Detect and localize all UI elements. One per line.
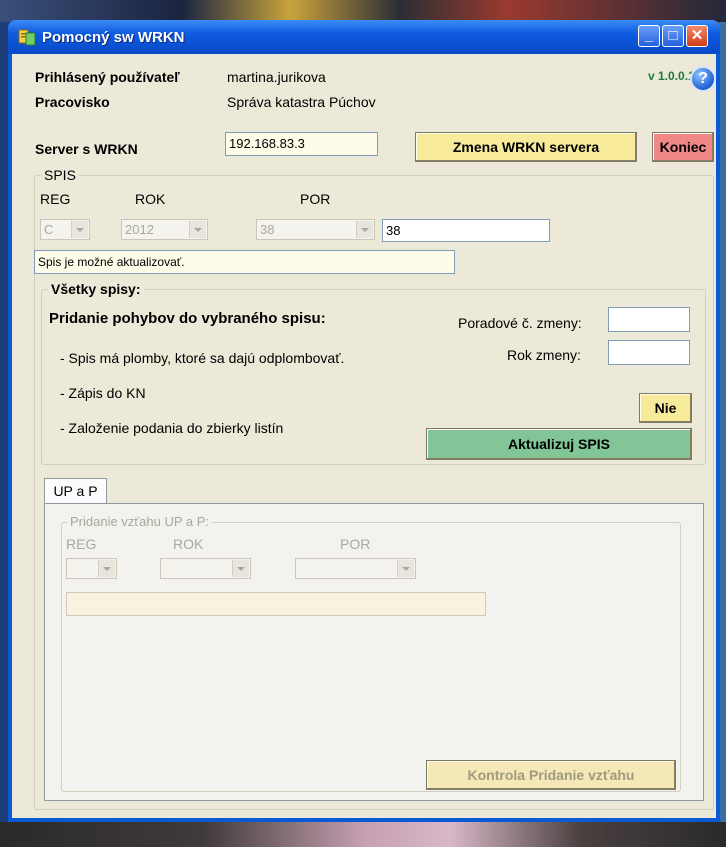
user-label: Prihlásený používateľ — [35, 69, 180, 85]
help-button[interactable]: ? — [690, 66, 716, 92]
reg-select[interactable]: C — [40, 219, 90, 240]
chevron-down-icon[interactable] — [356, 221, 373, 238]
reg-select-value: C — [44, 222, 54, 237]
all-spisy-title: Všetky spisy: — [48, 281, 144, 297]
maximize-icon: □ — [668, 27, 678, 44]
close-button[interactable]: ✕ — [686, 25, 708, 47]
list-item: - Spis má plomby, ktoré sa dajú odplombo… — [60, 350, 345, 366]
movements-heading: Pridanie pohybov do vybraného spisu: — [49, 310, 326, 327]
change-server-button[interactable]: Zmena WRKN servera — [415, 132, 637, 162]
rok-label: ROK — [135, 191, 166, 207]
up-note-field — [66, 592, 486, 616]
workplace-label: Pracovisko — [35, 94, 110, 110]
desktop-background-top — [0, 0, 726, 22]
rok-select[interactable]: 2012 — [121, 219, 208, 240]
close-icon: ✕ — [690, 27, 704, 44]
list-item: - Zápis do KN — [60, 385, 146, 401]
year-label: Rok zmeny: — [507, 347, 581, 363]
chevron-down-icon[interactable] — [232, 560, 249, 577]
server-input[interactable]: 192.168.83.3 — [225, 132, 378, 156]
desktop-background-bottom — [0, 822, 726, 847]
spis-group-title: SPIS — [41, 167, 79, 183]
up-rok-label: ROK — [173, 536, 204, 552]
up-reg-select[interactable] — [66, 558, 117, 579]
update-spis-button[interactable]: Aktualizuj SPIS — [426, 428, 692, 460]
tab-up-a-p[interactable]: UP a P — [44, 478, 107, 504]
app-icon — [18, 29, 36, 46]
client-area: Prihlásený používateľ martina.jurikova P… — [12, 54, 716, 818]
up-por-label: POR — [340, 536, 371, 552]
no-button[interactable]: Nie — [639, 393, 692, 423]
up-group-title: Pridanie vzťahu UP a P: — [67, 514, 213, 529]
server-label: Server s WRKN — [35, 141, 138, 157]
up-por-select[interactable] — [295, 558, 416, 579]
por-input[interactable]: 38 — [382, 219, 550, 242]
chevron-down-icon[interactable] — [98, 560, 115, 577]
maximize-button[interactable]: □ — [662, 25, 684, 47]
chevron-down-icon[interactable] — [397, 560, 414, 577]
up-rok-select[interactable] — [160, 558, 251, 579]
minimize-button[interactable]: _ — [638, 25, 660, 47]
por-select-value: 38 — [260, 222, 275, 237]
window-title: Pomocný sw WRKN — [42, 29, 185, 46]
chevron-down-icon[interactable] — [71, 221, 88, 238]
app-window: Pomocný sw WRKN _ □ ✕ Prihlásený používa… — [8, 20, 720, 822]
list-item: - Založenie podania do zbierky listín — [60, 420, 284, 436]
reg-label: REG — [40, 191, 71, 207]
por-label: POR — [300, 191, 331, 207]
up-reg-label: REG — [66, 536, 97, 552]
check-relation-button[interactable]: Kontrola Pridanie vzťahu — [426, 760, 676, 790]
order-input[interactable] — [608, 307, 690, 332]
chevron-down-icon[interactable] — [189, 221, 206, 238]
desktop-background-right — [719, 22, 726, 822]
order-label: Poradové č. zmeny: — [458, 315, 582, 331]
help-icon: ? — [698, 70, 708, 87]
por-select[interactable]: 38 — [256, 219, 375, 240]
minimize-icon: _ — [644, 27, 654, 44]
spis-status: Spis je možné aktualizovať. — [34, 250, 455, 274]
year-input[interactable] — [608, 340, 690, 365]
user-value: martina.jurikova — [227, 69, 326, 85]
title-bar[interactable]: Pomocný sw WRKN _ □ ✕ — [8, 20, 720, 54]
exit-button[interactable]: Koniec — [652, 132, 714, 162]
workplace-value: Správa katastra Púchov — [227, 94, 376, 110]
rok-select-value: 2012 — [125, 222, 154, 237]
